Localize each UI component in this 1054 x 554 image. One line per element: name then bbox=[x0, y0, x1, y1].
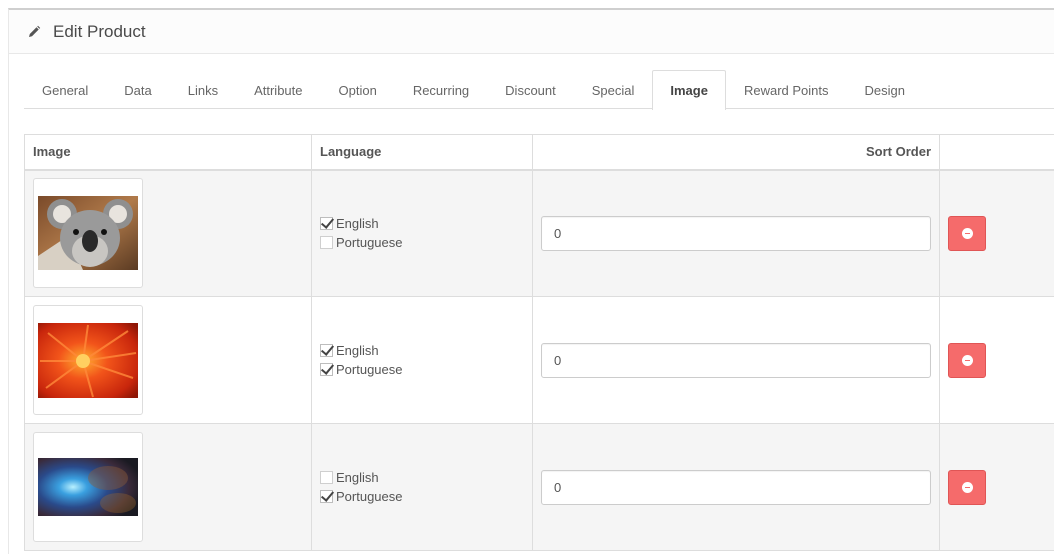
language-label-portuguese: Portuguese bbox=[336, 235, 403, 251]
column-header-action bbox=[939, 134, 1054, 171]
images-table: Image Language Sort Order English Portug… bbox=[24, 134, 1054, 551]
minus-circle-icon bbox=[961, 227, 973, 239]
nebula-image bbox=[38, 458, 138, 516]
checkbox-english[interactable] bbox=[320, 344, 333, 357]
table-row: English Portuguese 0 bbox=[24, 169, 1054, 297]
edit-product-panel: Edit Product General Data Links Attribut… bbox=[8, 8, 1054, 554]
language-label-english: English bbox=[336, 343, 379, 358]
language-label-portuguese: Portuguese bbox=[336, 362, 403, 377]
table-row: English Portuguese 0 bbox=[24, 296, 1054, 424]
tab-general[interactable]: General bbox=[24, 70, 106, 109]
language-label-portuguese: Portuguese bbox=[336, 489, 403, 504]
remove-image-button[interactable] bbox=[948, 469, 986, 505]
language-checkboxes: English Portuguese bbox=[320, 341, 524, 379]
image-thumbnail-chrysanthemum[interactable] bbox=[33, 305, 143, 415]
tab-attribute[interactable]: Attribute bbox=[236, 70, 320, 109]
tab-links[interactable]: Links bbox=[170, 70, 236, 109]
image-thumbnail-koala[interactable] bbox=[33, 178, 143, 289]
sort-order-input[interactable]: 0 bbox=[541, 215, 931, 251]
pencil-icon bbox=[27, 24, 43, 40]
table-row: English Portuguese 0 bbox=[24, 423, 1054, 551]
checkbox-english[interactable] bbox=[320, 217, 333, 231]
tab-data[interactable]: Data bbox=[106, 70, 169, 109]
koala-image bbox=[38, 196, 138, 271]
tab-option[interactable]: Option bbox=[321, 70, 395, 109]
minus-circle-icon bbox=[961, 481, 973, 493]
tab-image[interactable]: Image bbox=[652, 70, 726, 110]
language-label-english: English bbox=[336, 216, 379, 232]
tab-special[interactable]: Special bbox=[574, 70, 653, 109]
panel-heading: Edit Product bbox=[9, 10, 1054, 54]
image-thumbnail-nebula[interactable] bbox=[33, 432, 143, 542]
sort-order-input[interactable]: 0 bbox=[541, 342, 931, 378]
tab-design[interactable]: Design bbox=[847, 70, 923, 109]
checkbox-english[interactable] bbox=[320, 471, 333, 484]
checkbox-portuguese[interactable] bbox=[320, 490, 333, 503]
sort-order-input[interactable]: 0 bbox=[541, 469, 931, 505]
remove-image-button[interactable] bbox=[948, 342, 986, 378]
chrysanthemum-image bbox=[38, 322, 138, 398]
remove-image-button[interactable] bbox=[948, 215, 986, 251]
column-header-language: Language bbox=[311, 134, 533, 171]
column-header-image: Image bbox=[24, 134, 312, 171]
language-label-english: English bbox=[336, 470, 379, 485]
checkbox-portuguese[interactable] bbox=[320, 236, 333, 250]
tab-recurring[interactable]: Recurring bbox=[395, 70, 487, 109]
language-checkboxes: English Portuguese bbox=[320, 214, 524, 252]
tab-bar: General Data Links Attribute Option Recu… bbox=[24, 70, 1054, 110]
page-title: Edit Product bbox=[53, 21, 146, 41]
checkbox-portuguese[interactable] bbox=[320, 363, 333, 376]
language-checkboxes: English Portuguese bbox=[320, 468, 524, 506]
tab-discount[interactable]: Discount bbox=[487, 70, 574, 109]
minus-circle-icon bbox=[961, 354, 973, 366]
column-header-sort-order: Sort Order bbox=[532, 134, 940, 171]
tab-reward-points[interactable]: Reward Points bbox=[726, 70, 847, 109]
